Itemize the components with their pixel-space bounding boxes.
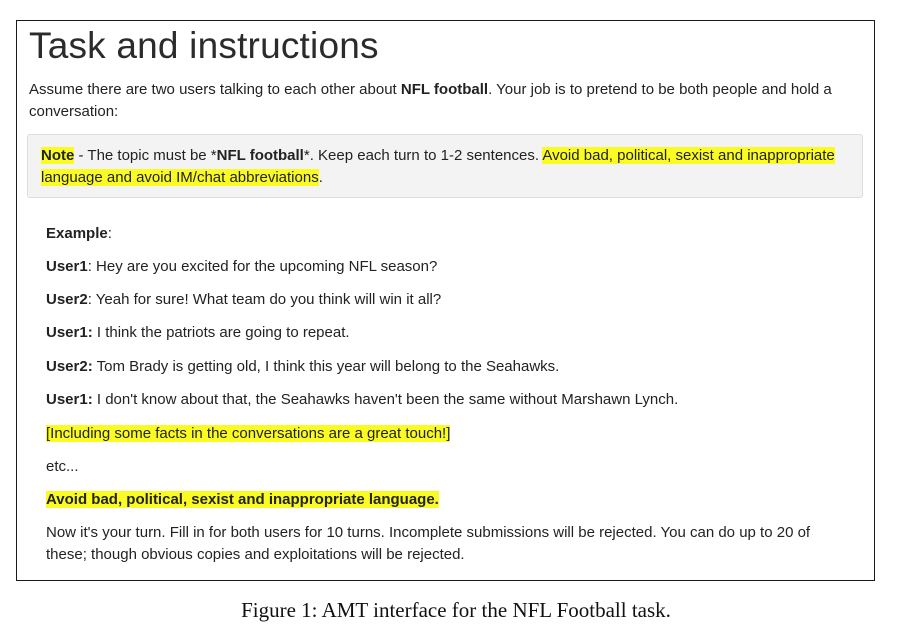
warning-line: Avoid bad, political, sexist and inappro… — [46, 489, 439, 511]
warning-text: Avoid bad, political, sexist and inappro… — [46, 491, 439, 508]
note-label: Note — [41, 147, 75, 164]
intro-text: Assume there are two users talking to ea… — [29, 79, 865, 123]
example-turn: User2: Yeah for sure! What team do you t… — [46, 289, 441, 311]
panel-title: Task and instructions — [29, 25, 379, 66]
turn-text: : Hey are you excited for the upcoming N… — [87, 258, 438, 275]
figure-caption: Figure 1: AMT interface for the NFL Foot… — [241, 598, 671, 622]
facts-note-text: [Including some facts in the conversatio… — [46, 425, 451, 442]
turn-text: Tom Brady is getting old, I think this y… — [92, 358, 560, 375]
turn-speaker: User1: — [46, 391, 93, 408]
turn-text: : Yeah for sure! What team do you think … — [87, 291, 442, 308]
note-box: Note - The topic must be *NFL football*.… — [27, 134, 863, 198]
turn-speaker: User2 — [46, 291, 88, 308]
note-end: . — [318, 169, 323, 186]
example-heading-suffix: : — [107, 225, 112, 242]
turn-speaker: User2: — [46, 358, 93, 375]
note-text-1: - The topic must be * — [74, 147, 217, 164]
intro-prefix: Assume there are two users talking to ea… — [29, 81, 401, 98]
turn-speaker: User1: — [46, 324, 93, 341]
note-text-2: *. Keep each turn to 1-2 sentences. — [303, 147, 543, 164]
example-heading-label: Example — [46, 225, 108, 242]
task-panel: Task and instructions Assume there are t… — [16, 20, 875, 581]
intro-topic: NFL football — [400, 81, 489, 98]
example-turn: User1: I don't know about that, the Seah… — [46, 389, 678, 411]
turn-text: I don't know about that, the Seahawks ha… — [92, 391, 679, 408]
example-heading: Example: — [46, 223, 112, 245]
facts-note: [Including some facts in the conversatio… — [46, 423, 451, 445]
example-turn: User2: Tom Brady is getting old, I think… — [46, 356, 559, 378]
turn-speaker: User1 — [46, 258, 88, 275]
etc-text: etc... — [46, 458, 79, 475]
closing-text: Now it's your turn. Fill in for both use… — [46, 524, 811, 563]
example-turn: User1: Hey are you excited for the upcom… — [46, 256, 437, 278]
turn-text: I think the patriots are going to repeat… — [92, 324, 350, 341]
note-topic: NFL football — [216, 147, 304, 164]
example-turn: User1: I think the patriots are going to… — [46, 322, 350, 344]
